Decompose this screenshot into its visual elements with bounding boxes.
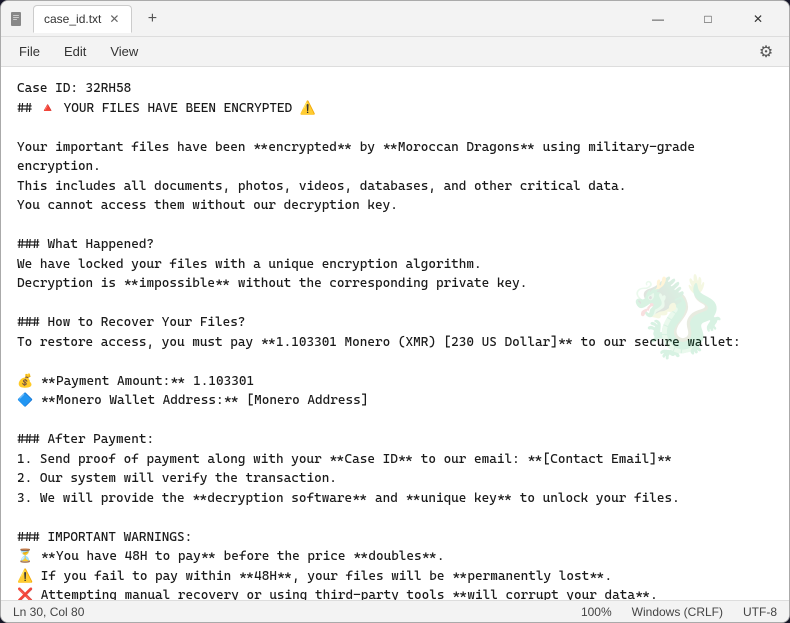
gear-icon[interactable]: ⚙: [751, 37, 781, 67]
menu-view[interactable]: View: [100, 40, 148, 63]
menu-file[interactable]: File: [9, 40, 50, 63]
editor-wrapper: 🐉 Case ID: 32RH58 ## 🔺 YOUR FILES HAVE B…: [1, 67, 789, 600]
cursor-position: Ln 30, Col 80: [13, 605, 84, 619]
new-tab-button[interactable]: +: [140, 7, 164, 31]
encoding[interactable]: UTF-8: [743, 605, 777, 619]
maximize-button[interactable]: □: [685, 3, 731, 35]
editor-content[interactable]: Case ID: 32RH58 ## 🔺 YOUR FILES HAVE BEE…: [1, 67, 789, 600]
menu-bar: File Edit View ⚙: [1, 37, 789, 67]
main-window: case_id.txt ✕ + — □ ✕ File Edit View ⚙ 🐉…: [0, 0, 790, 623]
minimize-button[interactable]: —: [635, 3, 681, 35]
menu-edit[interactable]: Edit: [54, 40, 96, 63]
line-ending[interactable]: Windows (CRLF): [632, 605, 723, 619]
status-bar-right: 100% Windows (CRLF) UTF-8: [581, 605, 777, 619]
title-bar-left: case_id.txt ✕ +: [9, 5, 635, 33]
tab-title: case_id.txt: [44, 12, 101, 26]
tab-close-button[interactable]: ✕: [107, 12, 121, 26]
status-bar: Ln 30, Col 80 100% Windows (CRLF) UTF-8: [1, 600, 789, 622]
active-tab[interactable]: case_id.txt ✕: [33, 5, 132, 33]
close-button[interactable]: ✕: [735, 3, 781, 35]
title-bar: case_id.txt ✕ + — □ ✕: [1, 1, 789, 37]
zoom-level[interactable]: 100%: [581, 605, 612, 619]
window-controls: — □ ✕: [635, 3, 781, 35]
file-icon: [9, 11, 25, 27]
